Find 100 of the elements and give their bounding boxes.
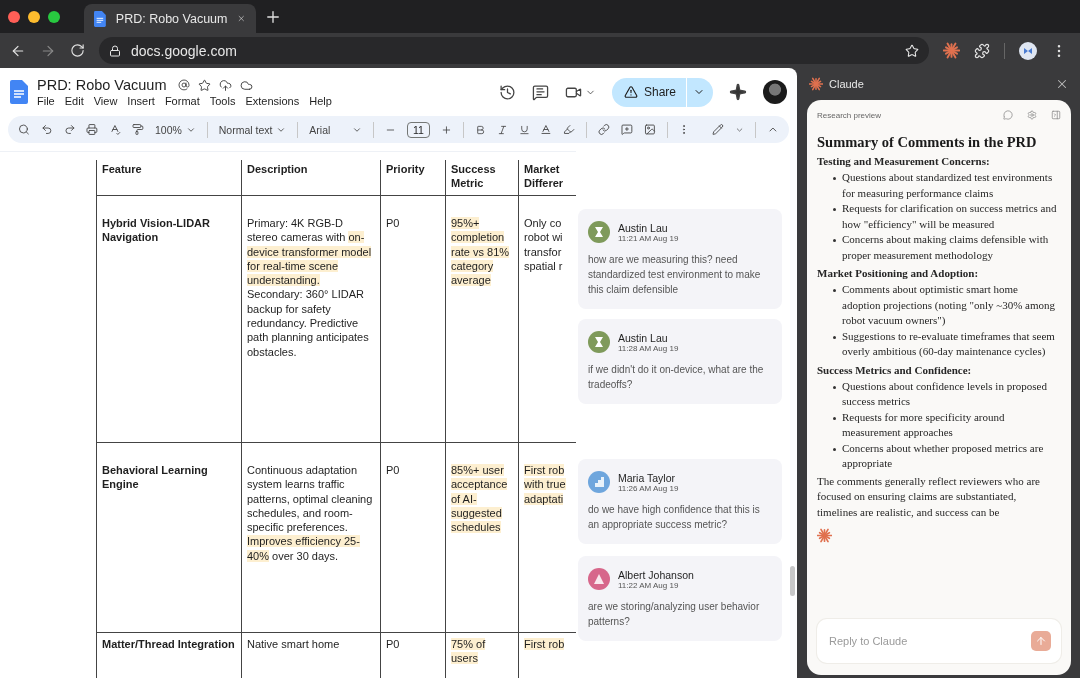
menu-item[interactable]: Extensions bbox=[240, 95, 305, 107]
pencil-icon[interactable] bbox=[712, 123, 725, 136]
comment-text: if we didn't do it on-device, what are the tradeoffs? bbox=[588, 363, 765, 392]
share-button[interactable]: Share bbox=[611, 77, 713, 107]
column-header: Success Metric bbox=[445, 160, 518, 195]
reload-icon[interactable] bbox=[70, 43, 85, 58]
comment-author: Albert Johanson bbox=[618, 568, 694, 581]
table-cell-text: First rob bbox=[524, 637, 566, 652]
sparkle-icon[interactable] bbox=[729, 83, 747, 101]
bullet-icon bbox=[833, 239, 836, 242]
paint-format-icon[interactable] bbox=[132, 123, 144, 136]
comment-time: 11:28 AM Aug 19 bbox=[618, 343, 679, 353]
scrollbar-thumb[interactable] bbox=[790, 566, 795, 596]
spellcheck-icon[interactable] bbox=[109, 123, 122, 136]
extensions-icon[interactable] bbox=[974, 42, 990, 59]
comment-card[interactable]: Austin Lau 11:21 AM Aug 19 how are we measuring this? need standardized test environment to make this claim defensible bbox=[578, 209, 782, 309]
url-text: docs.google.com bbox=[131, 42, 238, 59]
menu-item[interactable]: View bbox=[88, 95, 123, 107]
tab-title: PRD: Robo Vacuum bbox=[115, 11, 228, 26]
column-header: Priority bbox=[380, 160, 445, 195]
table-cell: Matter/Thread Integration bbox=[96, 633, 241, 678]
table-cell-text: 85%+ user acceptance of AI-suggested schedules bbox=[451, 463, 509, 535]
menu-item[interactable]: Help bbox=[304, 95, 337, 107]
highlighter-icon[interactable] bbox=[563, 123, 576, 136]
user-avatar[interactable] bbox=[763, 80, 787, 104]
bookmark-star-icon[interactable] bbox=[905, 43, 919, 58]
increase-size-icon[interactable] bbox=[440, 123, 452, 136]
comment-author: Maria Taylor bbox=[618, 471, 676, 484]
comment-text: do we have high confidence that this is an appropriate success metric? bbox=[588, 503, 761, 532]
profile-icon[interactable] bbox=[1019, 41, 1037, 60]
bullet-text: Suggestions to re-evaluate timeframes that seem overly ambitious (60-day maintenance cycles) bbox=[842, 328, 1056, 359]
comment-card[interactable]: Austin Lau 11:28 AM Aug 19 if we didn't do it on-device, what are the tradeoffs? bbox=[578, 319, 782, 404]
bullet-text: Comments about optimistic smart home adoption projections (noting "only ~30% among robot vacuum owners") bbox=[842, 282, 1056, 328]
cloud-upload-icon[interactable] bbox=[219, 78, 233, 92]
reply-input[interactable]: Reply to Claude bbox=[827, 634, 1031, 648]
menu-item[interactable]: Insert bbox=[122, 95, 160, 107]
bullet-text: Requests for clarification on success metrics and how "efficiency" will be measured bbox=[842, 201, 1057, 232]
bullet-text: Questions about confidence levels in proposed success metrics bbox=[842, 378, 1048, 409]
bullet-icon bbox=[833, 289, 836, 292]
close-window-button[interactable] bbox=[8, 10, 20, 23]
add-comment-icon[interactable] bbox=[620, 123, 633, 136]
document-title[interactable]: PRD: Robo Vacuum bbox=[37, 77, 167, 93]
bold-icon[interactable] bbox=[474, 123, 486, 136]
redo-icon[interactable] bbox=[63, 123, 76, 136]
comment-time: 11:26 AM Aug 19 bbox=[618, 483, 679, 493]
preview-label: Research preview bbox=[817, 110, 883, 120]
star-icon[interactable] bbox=[198, 78, 212, 92]
table-cell: P0 bbox=[380, 633, 445, 678]
image-icon[interactable] bbox=[643, 123, 656, 136]
loading-starburst-icon bbox=[817, 528, 832, 543]
menu-item[interactable]: Edit bbox=[59, 95, 89, 107]
menu-item[interactable]: Tools bbox=[204, 95, 241, 107]
style-dropdown[interactable]: Normal text bbox=[218, 123, 287, 136]
at-sign-icon[interactable] bbox=[178, 79, 191, 91]
panel-title: Claude bbox=[829, 78, 865, 90]
section-heading: Success Metrics and Confidence: bbox=[817, 363, 973, 376]
font-dropdown[interactable]: Arial bbox=[309, 123, 363, 136]
warning-icon bbox=[623, 85, 638, 99]
section-heading: Market Positioning and Adoption: bbox=[817, 267, 980, 279]
bullet-icon bbox=[833, 385, 836, 389]
browser-tab[interactable]: PRD: Robo Vacuum bbox=[84, 4, 256, 33]
text-color-icon[interactable] bbox=[540, 123, 553, 136]
bullet-icon bbox=[833, 335, 836, 339]
arrow-up-icon bbox=[1035, 635, 1047, 647]
reply-field[interactable]: Reply to Claude bbox=[817, 619, 1061, 663]
table-cell-text: First rob with true adaptati bbox=[524, 463, 567, 506]
minimize-window-button[interactable] bbox=[28, 10, 40, 23]
comment-text: are we storing/analyzing user behavior patterns? bbox=[588, 600, 761, 629]
table-cell: P0 bbox=[380, 443, 445, 632]
menu-item[interactable]: File bbox=[37, 95, 60, 107]
comments-icon[interactable] bbox=[531, 83, 549, 101]
print-icon[interactable] bbox=[86, 123, 99, 136]
italic-icon[interactable] bbox=[496, 123, 508, 136]
undo-icon[interactable] bbox=[40, 123, 53, 136]
close-icon[interactable] bbox=[1055, 77, 1069, 91]
search-icon[interactable] bbox=[18, 123, 30, 136]
column-header: Market Differer bbox=[518, 160, 576, 195]
bullet-text: Requests for more specificity around measurement approaches bbox=[842, 409, 1006, 440]
address-bar[interactable]: docs.google.com bbox=[99, 37, 929, 64]
bullet-icon bbox=[833, 208, 836, 211]
zoom-dropdown[interactable]: 100% bbox=[154, 123, 196, 136]
comment-card[interactable]: Maria Taylor 11:26 AM Aug 19 do we have high confidence that this is an appropriate success metric? bbox=[578, 459, 782, 544]
menu-item[interactable]: Format bbox=[159, 95, 205, 107]
bullet-text: Questions about standardized test environments for measuring performance claims bbox=[842, 170, 1054, 201]
starburst-icon bbox=[809, 77, 823, 91]
bullet-icon bbox=[833, 416, 836, 420]
font-size-field[interactable]: 11 bbox=[406, 121, 430, 138]
underline-icon[interactable] bbox=[518, 123, 530, 136]
starburst-icon[interactable] bbox=[943, 42, 960, 59]
history-icon[interactable] bbox=[498, 83, 516, 101]
lock-icon bbox=[109, 44, 121, 57]
comment-time: 11:22 AM Aug 19 bbox=[618, 580, 680, 590]
maximize-window-button[interactable] bbox=[48, 10, 60, 23]
comment-card[interactable]: Albert Johanson 11:22 AM Aug 19 are we storing/analyzing user behavior patterns? bbox=[578, 556, 782, 641]
table-cell-text: Continuous adaptation system learns traffic patterns, optimal cleaning schedules, and room-specific preferences. Improves efficiency 25-40% over 30 days. bbox=[247, 463, 374, 564]
link-icon[interactable] bbox=[598, 123, 610, 136]
table-cell-text: Primary: 4K RGB-D stereo cameras with on-device transformer model for real-time scene understanding. Secondary: 360° LIDAR backup for safety redundancy. Predictive path planning anticipates obstacles. bbox=[247, 216, 373, 359]
cloud-icon[interactable] bbox=[240, 78, 254, 92]
comment-author: Austin Lau bbox=[618, 331, 669, 344]
bullet-icon bbox=[833, 447, 836, 451]
